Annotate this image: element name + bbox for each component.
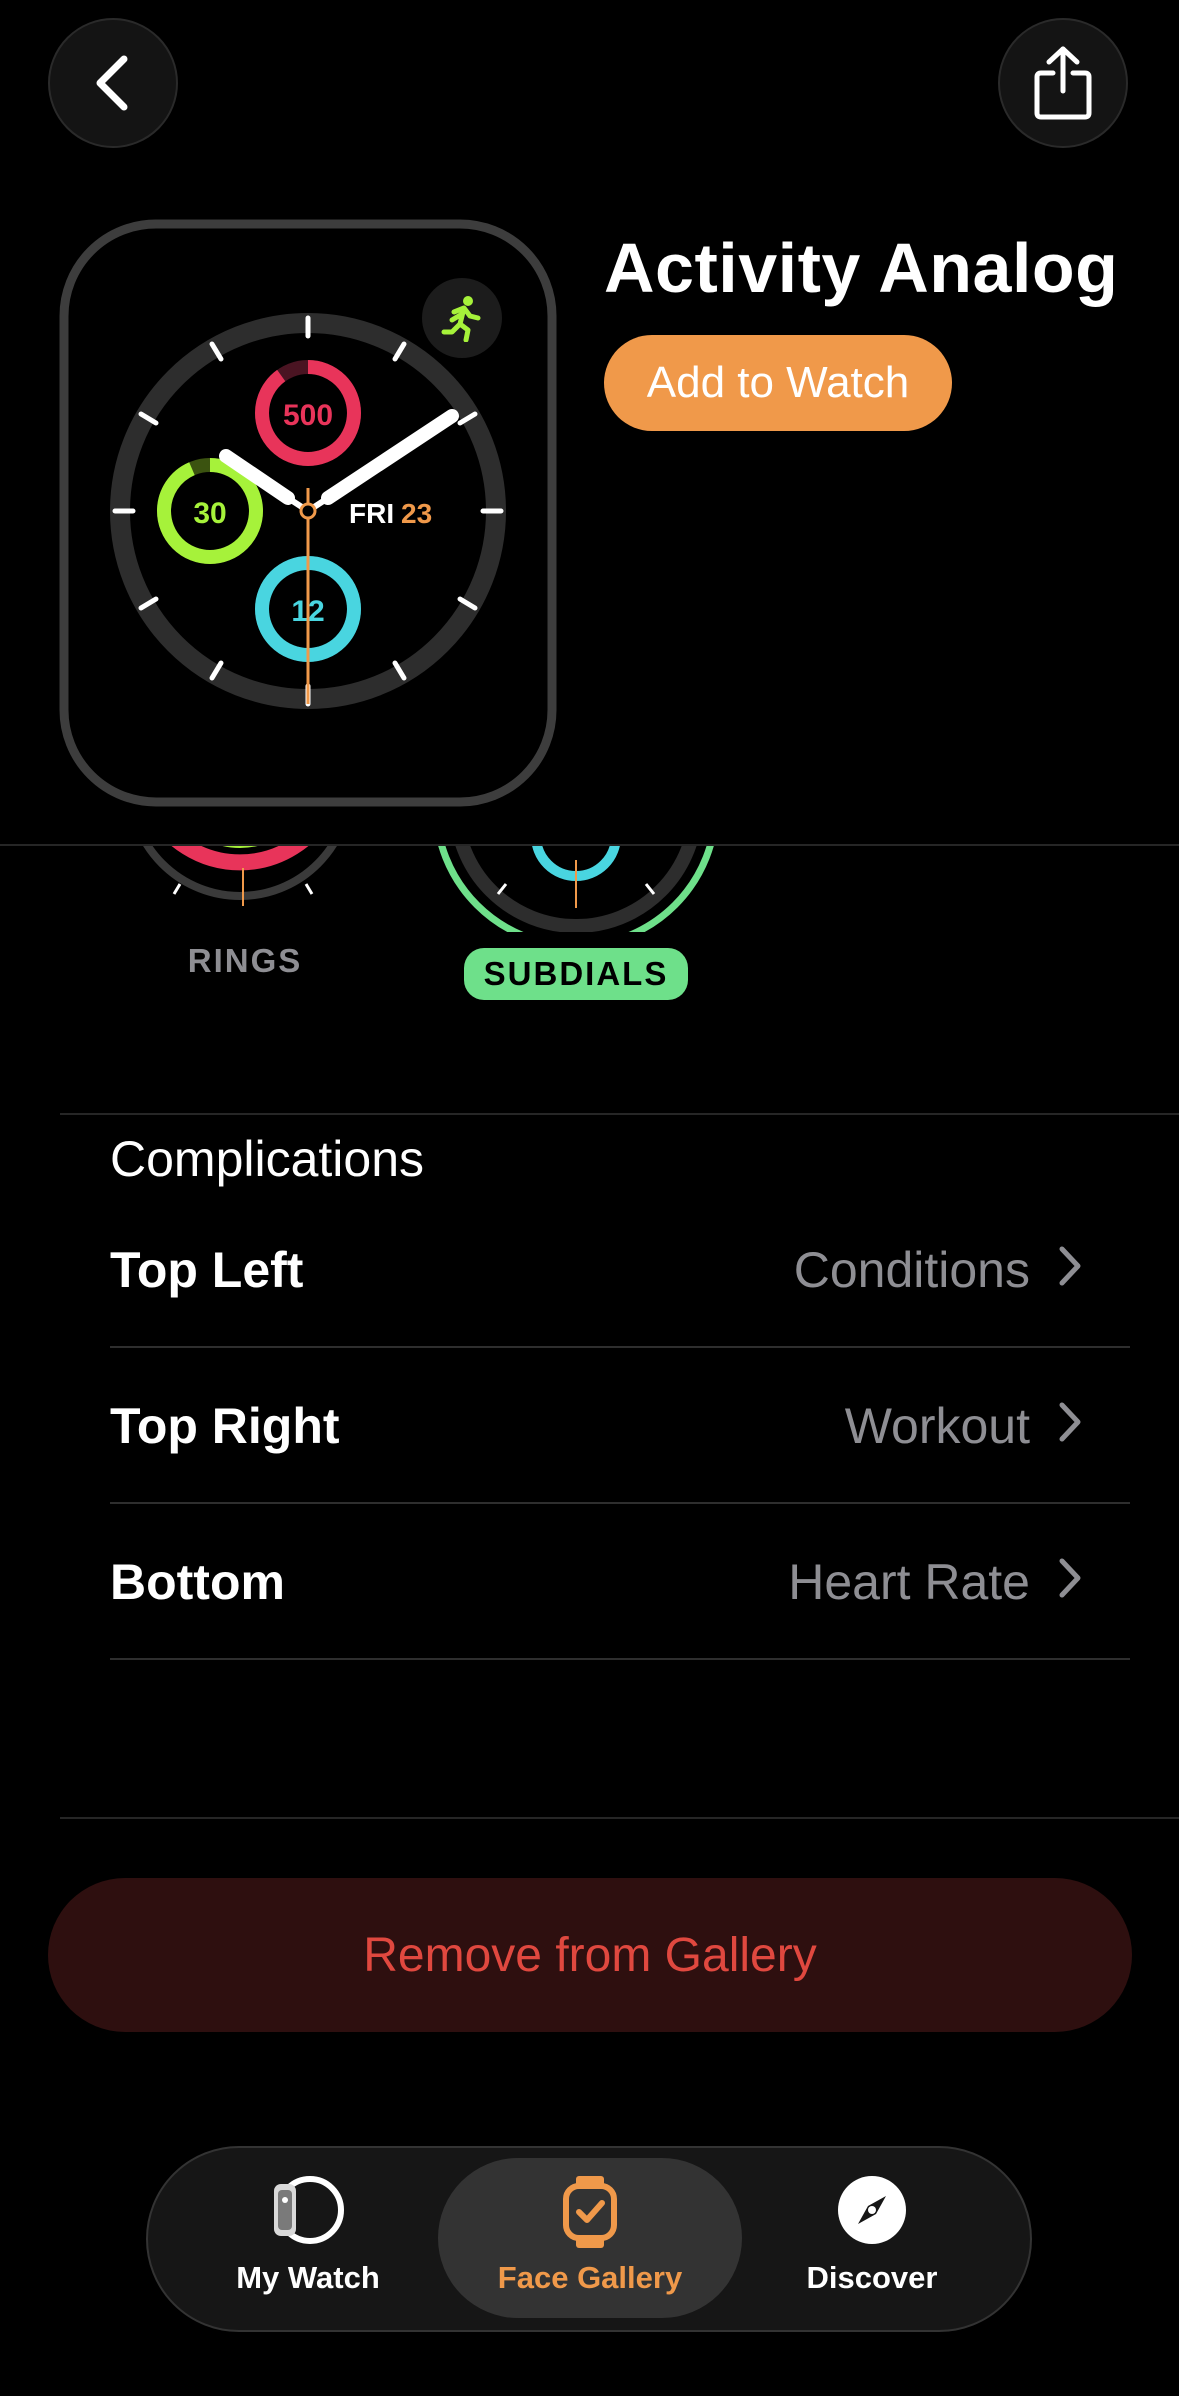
move-value: 500 [283, 399, 333, 432]
share-icon [1034, 46, 1092, 120]
face-title: Activity Analog [604, 229, 1119, 307]
row-separator [110, 1502, 1130, 1504]
tab-discover[interactable]: Discover [774, 2158, 970, 2318]
row-separator [110, 1346, 1130, 1348]
tab-my-watch[interactable]: My Watch [210, 2158, 406, 2318]
complication-value: Workout [844, 1398, 1030, 1454]
complication-label: Top Right [110, 1398, 340, 1454]
date-number: 23 [401, 498, 432, 529]
section-divider [60, 1113, 1179, 1115]
complications-heading: Complications [110, 1131, 425, 1187]
chevron-left-icon [96, 55, 128, 111]
tab-label: Face Gallery [497, 2260, 683, 2295]
style-picker: RINGS SUBDIALS [0, 846, 1179, 1006]
compass-icon [838, 2176, 906, 2244]
add-to-watch-button[interactable]: Add to Watch [604, 335, 952, 431]
complication-label: Bottom [110, 1554, 285, 1610]
style-option-rings[interactable] [110, 846, 370, 906]
row-separator [110, 1658, 1130, 1660]
chevron-right-icon [1059, 1246, 1081, 1286]
complication-value: Conditions [793, 1242, 1030, 1298]
tab-face-gallery[interactable]: Face Gallery [438, 2158, 742, 2318]
complication-label: Top Left [110, 1242, 304, 1298]
complication-row-top-right[interactable]: Top Right Workout [110, 1349, 1130, 1504]
complication-row-bottom[interactable]: Bottom Heart Rate [110, 1505, 1130, 1660]
back-button[interactable] [48, 18, 178, 148]
tab-label: My Watch [236, 2260, 380, 2295]
exercise-value: 30 [193, 497, 226, 530]
running-figure-icon [441, 296, 481, 342]
style-label-rings[interactable]: RINGS [130, 942, 360, 980]
watch-face-check-icon [563, 2176, 617, 2248]
share-button[interactable] [998, 18, 1128, 148]
complication-row-top-left[interactable]: Top Left Conditions [110, 1193, 1130, 1348]
chevron-right-icon [1059, 1402, 1081, 1442]
tab-bar: My Watch Face Gallery Discover [146, 2146, 1032, 2332]
complication-value: Heart Rate [788, 1554, 1030, 1610]
section-divider [60, 1817, 1179, 1819]
watch-icon [274, 2176, 344, 2244]
chevron-right-icon [1059, 1558, 1081, 1598]
style-label-subdials[interactable]: SUBDIALS [464, 948, 688, 1000]
tab-label: Discover [806, 2260, 938, 2295]
watch-face-preview: 500 30 12 FRI 23 [58, 218, 558, 808]
style-option-subdials[interactable] [428, 846, 724, 950]
remove-from-gallery-button[interactable]: Remove from Gallery [48, 1878, 1132, 2032]
date-day: FRI [349, 498, 394, 529]
